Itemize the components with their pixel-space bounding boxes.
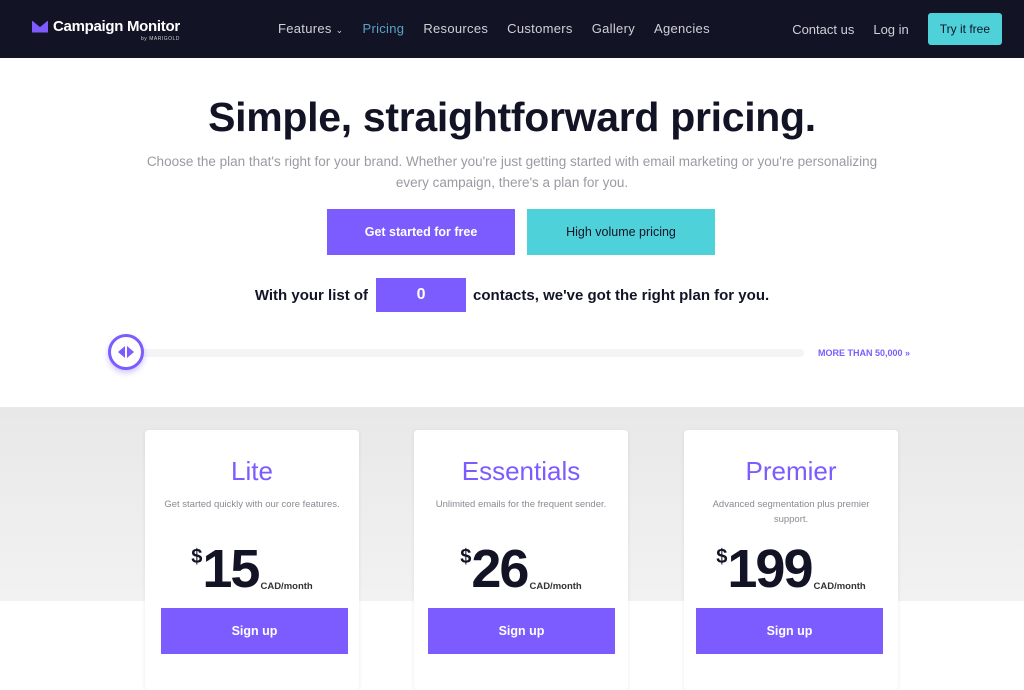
plan-name: Lite	[231, 456, 273, 486]
list-prefix: With your list of	[254, 286, 369, 304]
slider-handle[interactable]	[108, 334, 144, 370]
brand-sub: by MARIGOLD	[141, 36, 180, 42]
try-free-button[interactable]: Try it free	[927, 13, 1002, 45]
logo[interactable]: Campaign Monitor by MARIGOLD	[32, 18, 180, 42]
arrow-left-icon	[118, 346, 125, 358]
logo-mark-icon	[32, 20, 48, 33]
nav-resources[interactable]: Resources	[423, 21, 488, 36]
login-link[interactable]: Log in	[873, 22, 908, 37]
plan-name: Premier	[745, 456, 837, 486]
sign-up-button[interactable]: Sign up	[428, 608, 615, 654]
contacts-slider-track[interactable]	[128, 349, 804, 357]
nav-pricing[interactable]: Pricing	[362, 21, 404, 36]
contact-link[interactable]: Contact us	[792, 22, 854, 37]
contacts-sentence: With your list of 0 contacts, we've got …	[0, 278, 1024, 312]
plan-card-premier: Premier Advanced segmentation plus premi…	[684, 430, 898, 690]
list-suffix: contacts, we've got the right plan for y…	[473, 286, 770, 304]
nav-agencies[interactable]: Agencies	[654, 21, 710, 36]
more-than-link[interactable]: MORE THAN 50,000 »	[818, 348, 910, 358]
contacts-input[interactable]: 0	[376, 278, 467, 312]
get-started-button[interactable]: Get started for free	[327, 209, 515, 255]
plan-desc: Unlimited emails for the frequent sender…	[435, 499, 607, 510]
plan-price: $15 CAD/month	[191, 539, 313, 599]
nav-customers[interactable]: Customers	[507, 21, 573, 36]
plan-card-essentials: Essentials Unlimited emails for the freq…	[414, 430, 628, 690]
top-nav: Campaign Monitor by MARIGOLD Features ⌄ …	[0, 0, 1024, 58]
brand-name: Campaign Monitor	[53, 18, 180, 35]
high-volume-button[interactable]: High volume pricing	[527, 209, 715, 255]
plan-name: Essentials	[461, 456, 581, 486]
nav-gallery[interactable]: Gallery	[592, 21, 635, 36]
arrow-right-icon	[127, 346, 134, 358]
sign-up-button[interactable]: Sign up	[161, 608, 348, 654]
page-title: Simple, straightforward pricing.	[208, 94, 816, 140]
plan-desc: Get started quickly with our core featur…	[164, 499, 340, 510]
chevron-down-icon: ⌄	[335, 25, 344, 35]
page-subtitle: Choose the plan that's right for your br…	[146, 154, 878, 190]
sign-up-button[interactable]: Sign up	[696, 608, 883, 654]
plan-desc: Advanced segmentation plus premier suppo…	[712, 499, 870, 525]
plan-price: $199 CAD/month	[716, 539, 866, 599]
plan-price: $26 CAD/month	[460, 539, 582, 599]
main-menu: Features ⌄ Pricing Resources Customers G…	[278, 21, 710, 36]
nav-features[interactable]: Features ⌄	[278, 21, 343, 36]
plan-card-lite: Lite Get started quickly with our core f…	[145, 430, 359, 690]
